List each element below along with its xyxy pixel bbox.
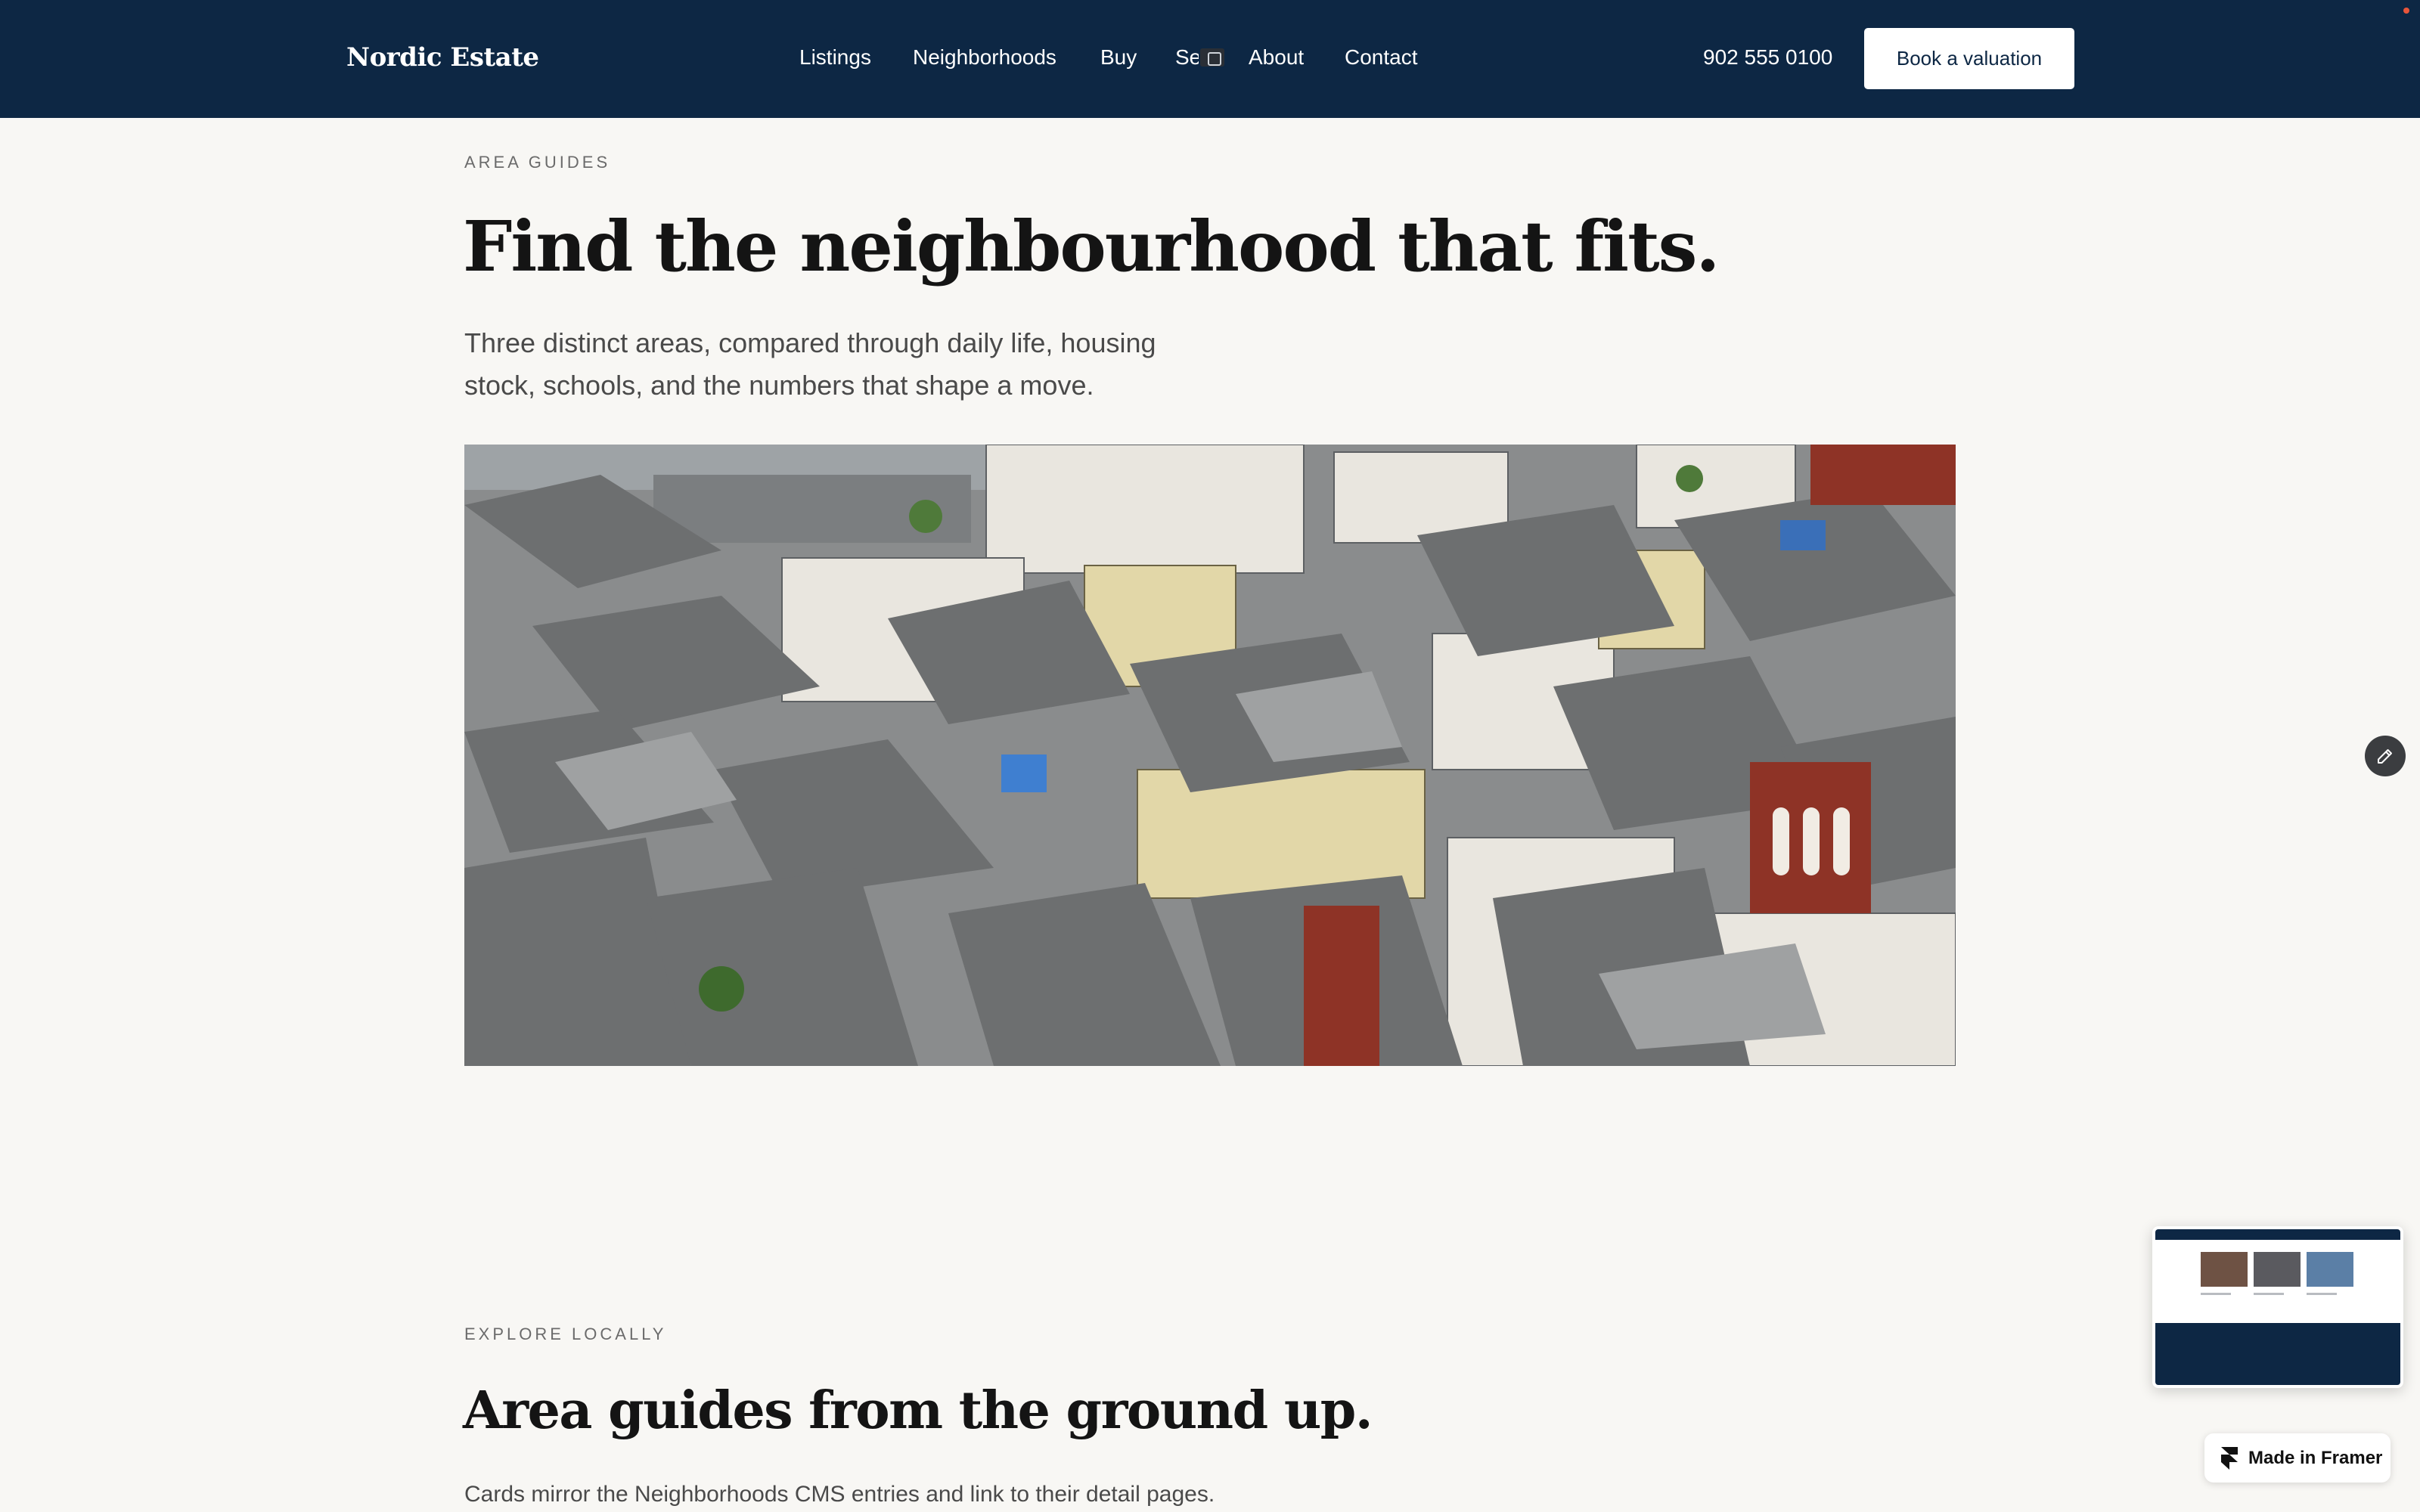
preview-header xyxy=(2155,1229,2400,1240)
hero-lead: Three distinct areas, compared through d… xyxy=(464,327,1156,401)
preview-card xyxy=(2307,1252,2353,1287)
preview-footer xyxy=(2155,1323,2400,1385)
preview-text-line xyxy=(2307,1293,2337,1295)
aerial-city-photo-icon xyxy=(464,445,1956,1066)
section-title: Area guides from the ground up. xyxy=(463,1380,1373,1441)
phone-number[interactable]: 902 555 0100 xyxy=(1703,45,1832,70)
site-header: Nordic Estate Listings Neighborhoods Buy… xyxy=(0,0,2420,118)
section-body: Cards mirror the Neighborhoods CMS entri… xyxy=(464,1482,1215,1507)
preview-text-line xyxy=(2201,1293,2231,1295)
page-preview-thumbnail[interactable] xyxy=(2152,1226,2403,1388)
preview-text-line xyxy=(2254,1293,2284,1295)
hero-eyebrow: AREA GUIDES xyxy=(464,153,611,172)
edit-pencil-button[interactable] xyxy=(2365,736,2406,776)
page-title: Find the neighbourhood that fits. xyxy=(463,206,1720,287)
made-in-framer-badge[interactable]: Made in Framer xyxy=(2204,1433,2391,1483)
brand-logo[interactable]: Nordic Estate xyxy=(346,42,539,73)
status-dot-icon xyxy=(2403,8,2409,14)
nav-about[interactable]: About xyxy=(1249,45,1304,70)
hero-image xyxy=(464,445,1956,1066)
nav-buy[interactable]: Buy xyxy=(1100,45,1137,70)
nav-contact[interactable]: Contact xyxy=(1345,45,1418,70)
overlay-tooltip-icon[interactable] xyxy=(1199,47,1226,68)
section-eyebrow: EXPLORE LOCALLY xyxy=(464,1325,667,1343)
pencil-icon xyxy=(2378,749,2392,764)
nav-listings[interactable]: Listings xyxy=(799,45,871,70)
nav-sell[interactable]: Se xyxy=(1175,45,1201,70)
nav-neighborhoods[interactable]: Neighborhoods xyxy=(913,45,1056,70)
preview-card xyxy=(2254,1252,2301,1287)
book-valuation-button[interactable]: Book a valuation xyxy=(1864,28,2074,89)
framer-badge-label: Made in Framer xyxy=(2248,1447,2383,1468)
framer-logo-icon xyxy=(2221,1446,2238,1470)
preview-card xyxy=(2201,1252,2248,1287)
